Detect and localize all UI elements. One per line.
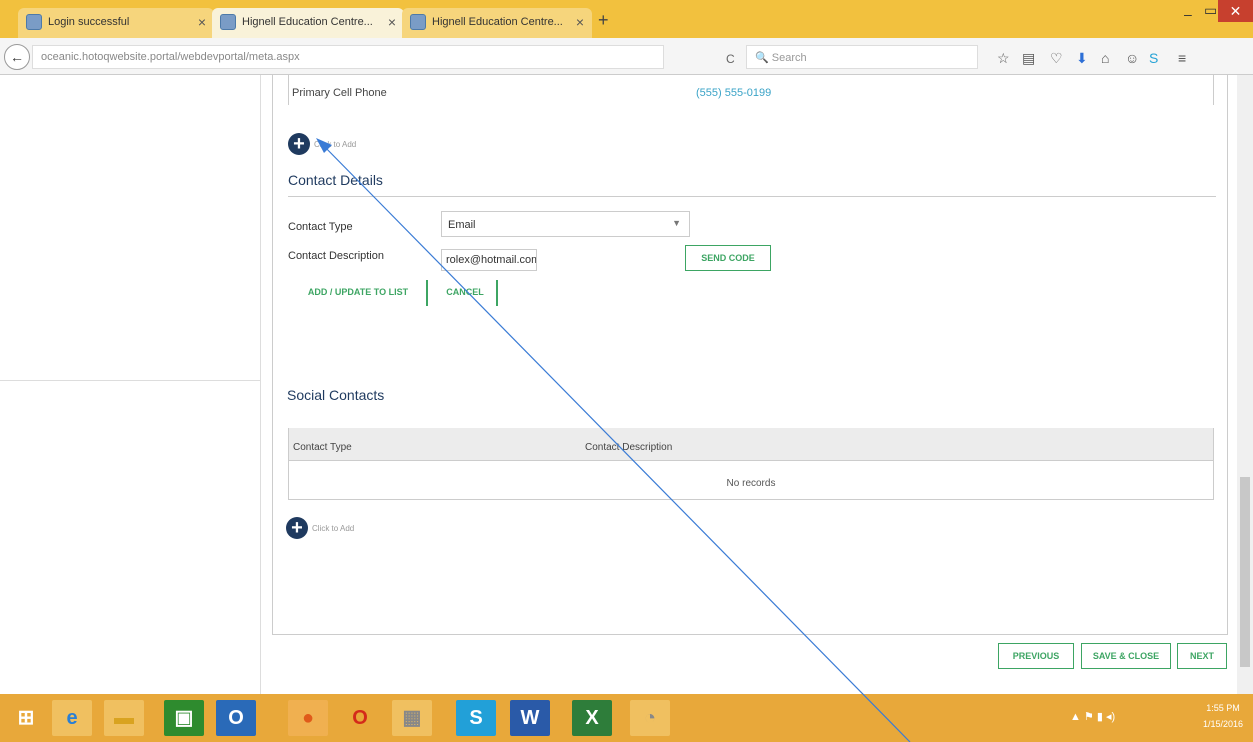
column-contact-description[interactable]: Contact Description bbox=[585, 442, 672, 453]
clock[interactable]: 1:55 PM 1/15/2016 bbox=[1195, 700, 1251, 732]
download-icon[interactable]: ⬇ bbox=[1076, 50, 1088, 67]
contact-details-title: Contact Details bbox=[288, 172, 383, 188]
left-divider bbox=[0, 380, 261, 381]
favicon-icon bbox=[220, 14, 236, 30]
excel-icon[interactable]: X bbox=[572, 700, 612, 736]
calculator-icon[interactable]: ▦ bbox=[392, 700, 432, 736]
close-tab-icon[interactable]: × bbox=[198, 14, 206, 30]
add-social-contact-button[interactable]: + bbox=[286, 517, 308, 539]
url-bar[interactable]: oceanic.hotoqwebsite.portal/webdevportal… bbox=[32, 45, 664, 69]
word-icon[interactable]: W bbox=[510, 700, 550, 736]
add-contact-label[interactable]: Click to Add bbox=[314, 140, 356, 149]
time: 1:55 PM bbox=[1206, 703, 1240, 713]
close-window-icon[interactable]: ✕ bbox=[1218, 0, 1253, 22]
reload-icon[interactable]: C bbox=[726, 52, 735, 66]
favicon-icon bbox=[410, 14, 426, 30]
scrollbar-thumb[interactable] bbox=[1240, 477, 1250, 667]
favicon-icon bbox=[26, 14, 42, 30]
primary-phone-value[interactable]: (555) 555-0199 bbox=[696, 87, 771, 99]
internet-explorer-icon[interactable]: e bbox=[52, 700, 92, 736]
search-input[interactable]: 🔍 Search bbox=[746, 45, 978, 69]
next-button[interactable]: NEXT bbox=[1177, 643, 1227, 669]
file-explorer-icon[interactable]: ▬ bbox=[104, 700, 144, 736]
close-tab-icon[interactable]: × bbox=[388, 14, 396, 30]
add-update-button[interactable]: ADD / UPDATE TO LIST bbox=[290, 280, 428, 306]
tab-label: Login successful bbox=[48, 16, 130, 28]
page-content: Primary Cell Phone (555) 555-0199 + Clic… bbox=[0, 75, 1253, 694]
back-arrow-icon[interactable]: ← bbox=[4, 44, 30, 70]
start-icon[interactable]: ⊞ bbox=[6, 700, 46, 736]
contact-type-select[interactable]: Email ▼ bbox=[441, 211, 690, 237]
tab-label: Hignell Education Centre... bbox=[242, 16, 373, 28]
tab-login[interactable]: Login successful × bbox=[18, 8, 214, 38]
send-code-button[interactable]: SEND CODE bbox=[685, 245, 771, 271]
contact-description-label: Contact Description bbox=[288, 250, 384, 262]
firefox-icon[interactable]: ● bbox=[288, 700, 328, 736]
chevron-down-icon: ▼ bbox=[672, 218, 681, 228]
social-contacts-title: Social Contacts bbox=[287, 387, 385, 403]
maximize-icon[interactable]: ▭ bbox=[1204, 2, 1217, 19]
new-tab-icon[interactable]: + bbox=[598, 10, 609, 31]
browser-nav-bar: ← oceanic.hotoqwebsite.portal/webdevport… bbox=[0, 38, 1253, 75]
empty-message: No records bbox=[726, 478, 776, 489]
tab-third[interactable]: Hignell Education Centre... × bbox=[402, 8, 592, 38]
left-panel bbox=[0, 75, 261, 694]
bookmark-star-icon[interactable]: ☆ bbox=[997, 50, 1010, 67]
save-close-button[interactable]: SAVE & CLOSE bbox=[1081, 643, 1171, 669]
contact-description-field[interactable]: rolex@hotmail.com bbox=[441, 249, 537, 271]
skype-icon[interactable]: S bbox=[1149, 50, 1158, 66]
contact-type-label: Contact Type bbox=[288, 221, 353, 233]
system-tray-icons[interactable]: ▲ ⚑ ▮ ◂) bbox=[1070, 710, 1115, 723]
sync-icon[interactable]: ☺ bbox=[1125, 50, 1139, 66]
bookmarks-list-icon[interactable]: ▤ bbox=[1022, 50, 1035, 67]
browser-tab-bar: Login successful × Hignell Education Cen… bbox=[0, 0, 1253, 38]
tab-label: Hignell Education Centre... bbox=[432, 16, 563, 28]
search-placeholder: Search bbox=[771, 52, 807, 64]
divider bbox=[288, 196, 1216, 197]
add-contact-button[interactable]: + bbox=[288, 133, 310, 155]
skype-icon[interactable]: S bbox=[456, 700, 496, 736]
date: 1/15/2016 bbox=[1202, 719, 1244, 729]
paint-icon[interactable]: ◔ bbox=[630, 700, 670, 736]
home-icon[interactable]: ⌂ bbox=[1101, 50, 1109, 66]
store-icon[interactable]: ▣ bbox=[164, 700, 204, 736]
opera-icon[interactable]: O bbox=[340, 700, 380, 736]
contact-type-value: Email bbox=[448, 219, 476, 231]
previous-button[interactable]: PREVIOUS bbox=[998, 643, 1074, 669]
taskbar: ⊞ e ▬ ▣ O ● O ▦ S W X ◔ ▲ ⚑ ▮ ◂) 1:55 PM… bbox=[0, 694, 1253, 742]
cancel-button[interactable]: CANCEL bbox=[434, 280, 498, 306]
close-tab-icon[interactable]: × bbox=[576, 14, 584, 30]
table-header: Contact Type Contact Description bbox=[289, 428, 1213, 461]
add-social-contact-label[interactable]: Click to Add bbox=[312, 524, 354, 533]
menu-icon[interactable]: ≡ bbox=[1178, 50, 1186, 66]
column-contact-type[interactable]: Contact Type bbox=[293, 442, 352, 453]
form-panel bbox=[272, 75, 1228, 635]
pocket-icon[interactable]: ♡ bbox=[1050, 50, 1063, 67]
primary-phone-label: Primary Cell Phone bbox=[292, 87, 387, 99]
social-contacts-table: Contact Type Contact Description No reco… bbox=[288, 428, 1214, 500]
outlook-icon[interactable]: O bbox=[216, 700, 256, 736]
minimize-icon[interactable]: ‒ bbox=[1184, 6, 1192, 22]
tab-active[interactable]: Hignell Education Centre... × bbox=[212, 8, 404, 38]
